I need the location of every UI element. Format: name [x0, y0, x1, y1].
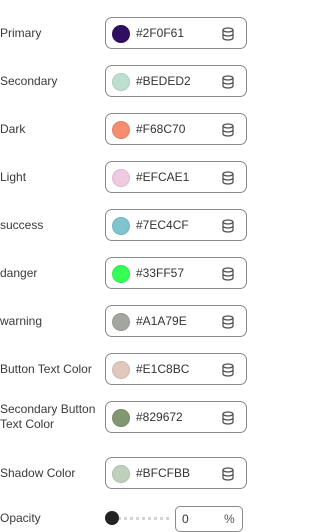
color-hex-success[interactable]: #7EC4CF	[136, 210, 189, 240]
database-icon[interactable]	[221, 363, 235, 377]
color-field-success[interactable]: #7EC4CF	[105, 209, 247, 241]
opacity-slider-track[interactable]	[111, 517, 169, 523]
color-swatch-light[interactable]	[112, 169, 130, 187]
opacity-label: Opacity	[0, 510, 41, 525]
color-row-button-text-color: Button Text Color #E1C8BC	[0, 352, 247, 386]
database-icon[interactable]	[221, 467, 235, 481]
color-row-dark: Dark #F68C70	[0, 112, 247, 146]
color-hex-dark[interactable]: #F68C70	[136, 114, 185, 144]
color-hex-primary[interactable]: #2F0F61	[136, 18, 184, 48]
color-field-button-text-color[interactable]: #E1C8BC	[105, 353, 247, 385]
color-hex-button-text-color[interactable]: #E1C8BC	[136, 354, 189, 384]
color-swatch-success[interactable]	[112, 217, 130, 235]
database-icon[interactable]	[221, 219, 235, 233]
color-row-secondary: Secondary #BEDED2	[0, 64, 247, 98]
color-label-secondary-button-text-color: Secondary Button Text Color	[0, 402, 96, 431]
opacity-input[interactable]: 0 %	[175, 506, 243, 532]
color-label-shadow-color: Shadow Color	[0, 465, 76, 480]
color-label-danger: danger	[0, 265, 38, 280]
color-field-primary[interactable]: #2F0F61	[105, 17, 247, 49]
color-swatch-dark[interactable]	[112, 121, 130, 139]
color-hex-danger[interactable]: #33FF57	[136, 258, 184, 288]
color-label-dark: Dark	[0, 121, 26, 136]
color-row-primary: Primary #2F0F61	[0, 16, 247, 50]
color-row-danger: danger #33FF57	[0, 256, 247, 290]
database-icon[interactable]	[221, 315, 235, 329]
color-row-light: Light #EFCAE1	[0, 160, 247, 194]
color-hex-light[interactable]: #EFCAE1	[136, 162, 189, 192]
database-icon[interactable]	[221, 171, 235, 185]
color-field-danger[interactable]: #33FF57	[105, 257, 247, 289]
color-hex-secondary-button-text-color[interactable]: #829672	[136, 402, 183, 432]
color-row-success: success #7EC4CF	[0, 208, 247, 242]
color-hex-secondary[interactable]: #BEDED2	[136, 66, 191, 96]
color-label-warning: warning	[0, 313, 43, 328]
color-swatch-shadow-color[interactable]	[112, 465, 130, 483]
color-label-light: Light	[0, 169, 27, 184]
color-label-primary: Primary	[0, 25, 42, 40]
color-swatch-secondary[interactable]	[112, 73, 130, 91]
color-swatch-primary[interactable]	[112, 25, 130, 43]
color-row-secondary-button-text-color: Secondary Button Text Color #829672	[0, 400, 247, 434]
database-icon[interactable]	[221, 75, 235, 89]
opacity-slider[interactable]	[105, 510, 169, 526]
opacity-value[interactable]: 0	[182, 507, 189, 531]
color-label-success: success	[0, 217, 44, 232]
color-swatch-secondary-button-text-color[interactable]	[112, 409, 130, 427]
color-field-light[interactable]: #EFCAE1	[105, 161, 247, 193]
color-label-secondary: Secondary	[0, 73, 58, 88]
opacity-row: Opacity 0 %	[0, 504, 243, 532]
color-hex-shadow-color[interactable]: #BFCFBB	[136, 458, 190, 488]
color-row-warning: warning #A1A79E	[0, 304, 247, 338]
opacity-slider-thumb[interactable]	[105, 511, 119, 525]
database-icon[interactable]	[221, 411, 235, 425]
opacity-unit: %	[224, 512, 235, 526]
color-row-shadow-color: Shadow Color #BFCFBB	[0, 456, 247, 490]
color-field-secondary[interactable]: #BEDED2	[105, 65, 247, 97]
color-label-button-text-color: Button Text Color	[0, 361, 92, 376]
color-hex-warning[interactable]: #A1A79E	[136, 306, 187, 336]
color-field-secondary-button-text-color[interactable]: #829672	[105, 401, 247, 433]
color-field-shadow-color[interactable]: #BFCFBB	[105, 457, 247, 489]
color-swatch-warning[interactable]	[112, 313, 130, 331]
color-field-dark[interactable]: #F68C70	[105, 113, 247, 145]
color-swatch-button-text-color[interactable]	[112, 361, 130, 379]
database-icon[interactable]	[221, 267, 235, 281]
database-icon[interactable]	[221, 27, 235, 41]
color-swatch-danger[interactable]	[112, 265, 130, 283]
database-icon[interactable]	[221, 123, 235, 137]
color-field-warning[interactable]: #A1A79E	[105, 305, 247, 337]
